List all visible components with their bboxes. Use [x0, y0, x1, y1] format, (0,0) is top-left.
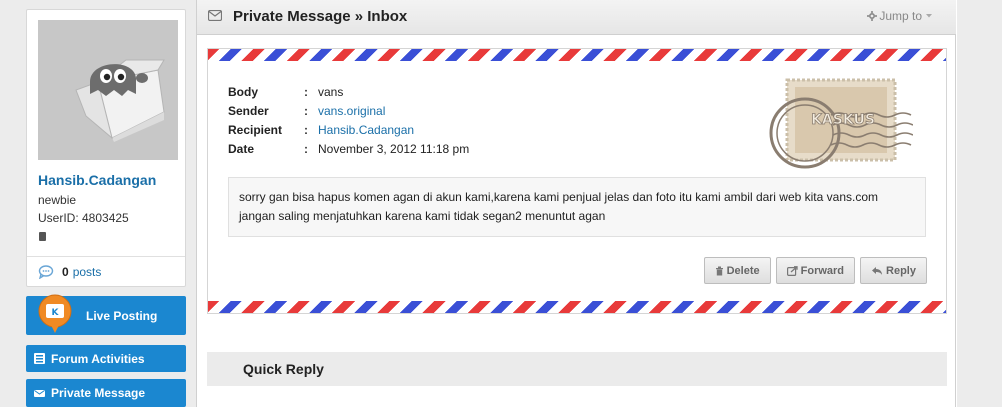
sidebar: Hansib.Cadangan newbie UserID: 4803425 0…	[0, 0, 198, 407]
private-message-label: Private Message	[51, 386, 146, 400]
delete-label: Delete	[726, 264, 760, 277]
quick-reply-title: Quick Reply	[243, 361, 324, 377]
main-content: Private Message » Inbox Jump to Body: v…	[196, 0, 956, 407]
gear-icon	[867, 11, 878, 21]
post-count: 0	[62, 265, 69, 279]
reply-icon	[872, 266, 883, 275]
ghost-mascot-icon	[75, 59, 165, 142]
meta-separator: :	[304, 84, 308, 99]
forward-label: Forward	[800, 264, 845, 277]
envelope-icon	[34, 389, 45, 397]
right-gutter	[957, 0, 1002, 407]
meta-value-body: vans	[318, 84, 344, 99]
jump-to-label: Jump to	[879, 9, 922, 23]
quick-reply-section: Quick Reply	[207, 352, 947, 386]
meta-row-recipient: Recipient : Hansib.Cadangan	[228, 120, 469, 139]
profile-rank: newbie	[38, 193, 77, 207]
reply-label: Reply	[886, 264, 916, 277]
meta-value-date: November 3, 2012 11:18 pm	[318, 141, 470, 156]
profile-card: Hansib.Cadangan newbie UserID: 4803425 0…	[26, 9, 186, 287]
meta-key-date: Date	[228, 141, 255, 156]
speech-bubble-icon	[38, 265, 54, 279]
card-divider	[27, 256, 185, 257]
meta-separator: :	[304, 141, 308, 156]
stamp-text: KASKUS	[811, 112, 875, 128]
reply-button[interactable]: Reply	[860, 257, 927, 284]
header-bar: Private Message » Inbox Jump to	[197, 0, 956, 35]
profile-username[interactable]: Hansib.Cadangan	[38, 172, 156, 188]
airmail-border-bottom	[208, 301, 946, 313]
forward-button[interactable]: Forward	[775, 257, 856, 284]
delete-button[interactable]: Delete	[703, 257, 771, 284]
avatar[interactable]	[38, 20, 178, 160]
reputation-bar	[39, 232, 46, 241]
envelope-icon	[208, 10, 222, 21]
forum-activities-button[interactable]: Forum Activities	[26, 345, 186, 372]
meta-key-recipient: Recipient	[228, 122, 283, 137]
forward-icon	[786, 265, 798, 276]
kaskus-stamp-icon: KASKUS	[769, 78, 913, 169]
live-posting-badge-icon: K	[38, 294, 72, 333]
meta-row-date: Date : November 3, 2012 11:18 pm	[228, 139, 469, 158]
message-meta: Body : vans Sender : vans.original Recip…	[228, 82, 469, 158]
list-icon	[34, 353, 45, 364]
meta-row-sender: Sender : vans.original	[228, 101, 469, 120]
recipient-link[interactable]: Hansib.Cadangan	[318, 123, 414, 137]
posts-label[interactable]: posts	[73, 265, 102, 279]
meta-key-sender: Sender	[228, 103, 269, 118]
svg-text:K: K	[52, 308, 60, 318]
forum-activities-label: Forum Activities	[51, 351, 145, 366]
live-posting-label: Live Posting	[86, 308, 158, 323]
meta-key-body: Body	[228, 84, 258, 99]
sender-link[interactable]: vans.original	[318, 104, 385, 118]
profile-userid: UserID: 4803425	[38, 211, 129, 225]
meta-separator: :	[304, 103, 308, 118]
private-message-button[interactable]: Private Message	[26, 379, 186, 407]
airmail-border-top	[208, 49, 946, 61]
message-body: sorry gan bisa hapus komen agan di akun …	[228, 177, 926, 237]
trash-icon	[715, 266, 723, 275]
meta-separator: :	[304, 122, 308, 137]
jump-to-dropdown[interactable]: Jump to	[867, 9, 934, 23]
message-actions: Delete Forward Reply	[703, 257, 927, 284]
message-envelope: Body : vans Sender : vans.original Recip…	[207, 48, 947, 314]
meta-row-body: Body : vans	[228, 82, 469, 101]
chevron-down-icon	[926, 14, 932, 18]
page-title: Private Message » Inbox	[233, 8, 408, 25]
posts-link[interactable]: 0 posts	[38, 265, 101, 279]
